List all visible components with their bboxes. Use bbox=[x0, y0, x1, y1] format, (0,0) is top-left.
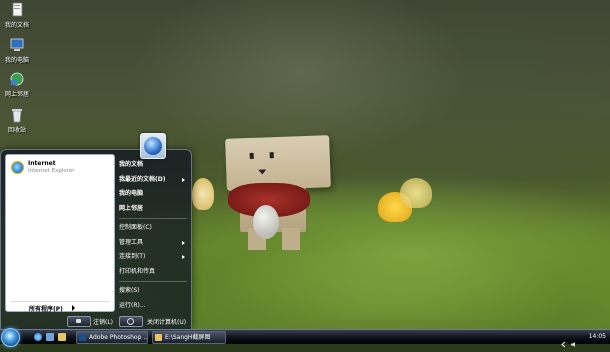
desktop-icon-label: 我的文档 bbox=[4, 22, 29, 29]
menu-item-my-computer[interactable]: 我的电脑 bbox=[117, 187, 189, 202]
photoshop-icon bbox=[79, 334, 86, 341]
taskbar-button-photoshop[interactable]: Adobe Photoshop ... bbox=[76, 331, 148, 344]
recycle-bin-icon bbox=[9, 107, 25, 123]
desktop-icon-label: 网上邻居 bbox=[4, 91, 29, 98]
user-avatar[interactable] bbox=[140, 133, 166, 159]
wallpaper-flower bbox=[192, 178, 214, 210]
shutdown-button[interactable] bbox=[119, 316, 143, 327]
quicklaunch-show-desktop-icon[interactable] bbox=[46, 333, 54, 341]
menu-item-printers[interactable]: 打印机和传真 bbox=[117, 265, 189, 280]
desktop-icon-label: 回收站 bbox=[7, 127, 26, 134]
menu-item-admin-tools[interactable]: 管理工具 bbox=[117, 236, 189, 251]
desktop-icon-my-documents[interactable]: 我的文档 bbox=[0, 2, 34, 29]
taskbar-button-folder[interactable]: E:\SangH截屏图 bbox=[152, 331, 226, 344]
pinned-subtitle: Internet Explorer bbox=[28, 168, 75, 174]
logoff-button[interactable] bbox=[67, 316, 91, 327]
task-label: E:\SangH截屏图 bbox=[165, 334, 211, 341]
quicklaunch-ie-icon[interactable] bbox=[34, 333, 42, 341]
start-menu-places-pane: 我的文档 我最近的文档(D) 我的电脑 网上邻居 控制面板(C) 管理工具 连接… bbox=[117, 158, 189, 313]
menu-separator bbox=[119, 218, 187, 219]
folder-icon bbox=[155, 334, 162, 341]
taskbar: Adobe Photoshop ... E:\SangH截屏图 14:05 bbox=[0, 328, 610, 348]
documents-icon bbox=[9, 2, 25, 18]
menu-item-run[interactable]: 运行(R)... bbox=[117, 299, 189, 314]
menu-item-my-documents[interactable]: 我的文档 bbox=[117, 158, 189, 173]
shutdown-label[interactable]: 关闭计算机(U) bbox=[147, 317, 186, 326]
submenu-arrow-icon bbox=[182, 240, 185, 245]
menu-item-control-panel[interactable]: 控制面板(C) bbox=[117, 221, 189, 236]
power-icon bbox=[127, 318, 134, 325]
all-programs-button[interactable]: 所有程序(P) bbox=[10, 301, 110, 313]
menu-item-recent-documents[interactable]: 我最近的文档(D) bbox=[117, 173, 189, 188]
system-tray: 14:05 bbox=[560, 330, 610, 348]
desktop-icon-recycle-bin[interactable]: 回收站 bbox=[0, 107, 34, 134]
volume-icon[interactable] bbox=[570, 333, 577, 347]
tray-arrow-icon[interactable] bbox=[560, 333, 567, 348]
arrow-right-icon bbox=[72, 305, 75, 311]
task-label: Adobe Photoshop ... bbox=[89, 334, 148, 341]
start-menu: Internet Internet Explorer 所有程序(P) 我的文档 … bbox=[0, 149, 192, 331]
wallpaper-flower bbox=[400, 178, 432, 208]
logoff-label[interactable]: 注销(L) bbox=[93, 317, 113, 326]
danbo-medal bbox=[253, 205, 279, 239]
computer-icon bbox=[9, 37, 25, 53]
menu-item-network[interactable]: 网上邻居 bbox=[117, 202, 189, 217]
desktop-icon-my-computer[interactable]: 我的电脑 bbox=[0, 37, 34, 64]
submenu-arrow-icon bbox=[182, 255, 185, 259]
danbo-leg bbox=[282, 228, 300, 250]
start-menu-programs-pane: Internet Internet Explorer 所有程序(P) bbox=[5, 154, 115, 313]
desktop-icon-label: 我的电脑 bbox=[4, 57, 29, 64]
start-button[interactable] bbox=[1, 328, 20, 347]
clock[interactable]: 14:05 bbox=[589, 330, 606, 344]
network-icon bbox=[9, 71, 25, 87]
menu-item-search[interactable]: 搜索(S) bbox=[117, 284, 189, 299]
pinned-title: Internet bbox=[28, 160, 56, 167]
desktop-icon-network[interactable]: 网上邻居 bbox=[0, 71, 34, 98]
menu-separator bbox=[119, 281, 187, 282]
submenu-arrow-icon bbox=[182, 177, 185, 182]
quicklaunch-explorer-icon[interactable] bbox=[58, 333, 66, 341]
pinned-internet-explorer[interactable]: Internet Internet Explorer bbox=[10, 159, 110, 177]
lock-icon bbox=[76, 319, 81, 323]
ie-icon bbox=[11, 161, 24, 174]
menu-item-connect-to[interactable]: 连接到(T) bbox=[117, 250, 189, 265]
all-programs-label: 所有程序(P) bbox=[29, 306, 63, 313]
